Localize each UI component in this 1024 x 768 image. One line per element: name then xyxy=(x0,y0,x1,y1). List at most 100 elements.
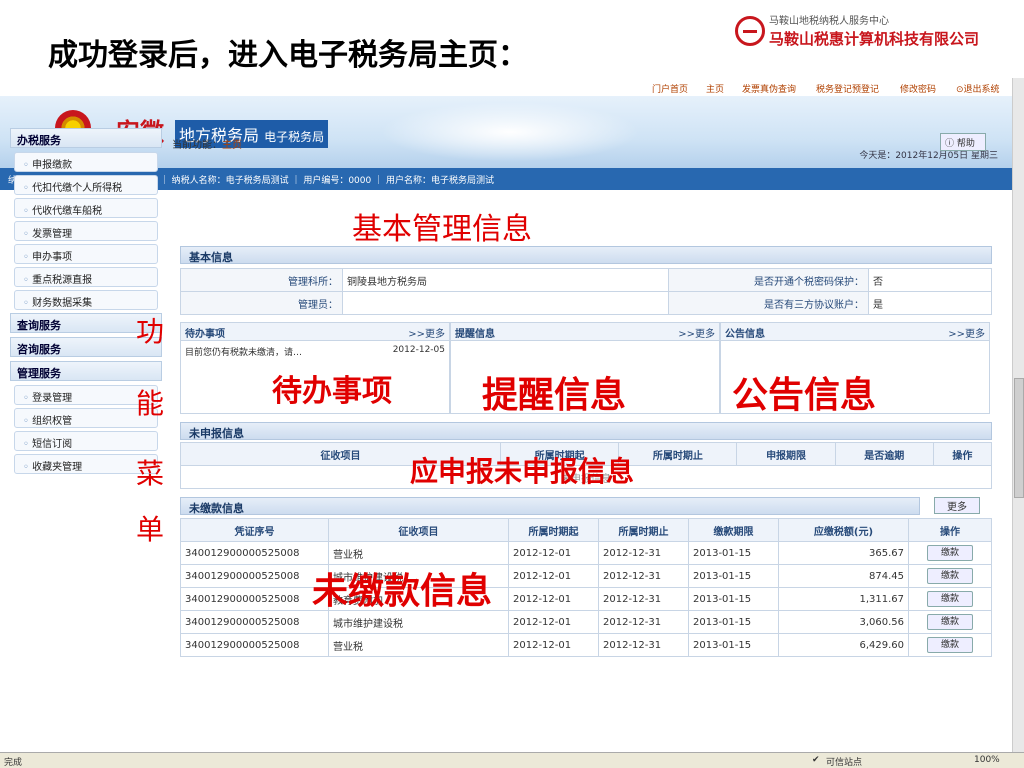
status-bar: 完成 ✔ 可信站点 100% xyxy=(0,752,1024,768)
unpaid-rows: 340012900000525008 营业税 2012-12-01 2012-12-3… xyxy=(180,541,992,657)
table-cell: 2012-12-01 xyxy=(508,541,599,565)
slide-title: 成功登录后，进入电子税务局主页： xyxy=(48,38,528,73)
sidebar-item-declare-pay[interactable]: 申报缴款 xyxy=(14,152,158,172)
page-scrollbar[interactable] xyxy=(1012,78,1024,768)
nav-home[interactable]: 主页 xyxy=(706,82,724,95)
pay-button[interactable]: 缴款 xyxy=(927,637,973,653)
table-cell: 2012-12-31 xyxy=(598,633,689,657)
table-cell: 874.45 xyxy=(778,564,909,588)
banner-cloud xyxy=(380,102,640,162)
breadcrumb-value: 主页 xyxy=(222,140,242,151)
table-row: 340012900000525008 营业税 2012-12-01 2012-12-3… xyxy=(180,633,992,657)
annotation-todo: 待办事项 xyxy=(272,374,392,409)
unpaid-header: 未缴款信息 xyxy=(180,497,920,515)
zoom-level[interactable]: 100% xyxy=(974,755,1000,765)
table-cell: 2013-01-15 xyxy=(688,587,779,611)
sidebar-item-sms[interactable]: 短信订阅 xyxy=(14,431,158,451)
annotation-menu-3: 菜 xyxy=(136,457,165,490)
table-cell: 2012-12-31 xyxy=(598,587,689,611)
help-label: 帮助 xyxy=(956,139,975,149)
nav-logout[interactable]: ⊙退出系统 xyxy=(956,82,1000,95)
notice-more-link[interactable]: >>更多 xyxy=(948,325,985,340)
table-cell: 365.67 xyxy=(778,541,909,565)
unpaid-more-button[interactable]: 更多 xyxy=(934,497,980,514)
table-cell: 340012900000525008 xyxy=(180,587,329,611)
company-name: 马鞍山税惠计算机科技有限公司 xyxy=(769,30,980,48)
unpaid-table: 凭证序号 征收项目 所属时期起 所属时期止 缴款期限 应缴税额(元) 操作 34… xyxy=(180,518,992,657)
sidebar-item-withhold-income-tax[interactable]: 代扣代缴个人所得税 xyxy=(14,175,158,195)
annotation-menu-1: 功 xyxy=(136,315,165,348)
unreported-col-overdue: 是否逾期 xyxy=(834,442,934,466)
basic-value-admin xyxy=(342,291,669,315)
unreported-col-deadline: 申报期限 xyxy=(736,442,836,466)
annotation-menu-4: 单 xyxy=(136,513,165,546)
table-cell: 2012-12-31 xyxy=(598,610,689,634)
trusted-site-icon: ✔ xyxy=(812,755,820,765)
pay-button[interactable]: 缴款 xyxy=(927,545,973,561)
sidebar-item-invoice[interactable]: 发票管理 xyxy=(14,221,158,241)
table-cell: 6,429.60 xyxy=(778,633,909,657)
annotation-menu-2: 能 xyxy=(136,387,165,420)
pay-cell: 缴款 xyxy=(908,541,992,565)
nav-portal[interactable]: 门户首页 xyxy=(652,82,688,95)
sidebar-head-manage[interactable]: 管理服务 xyxy=(10,361,162,381)
pay-button[interactable]: 缴款 xyxy=(927,614,973,630)
table-cell: 340012900000525008 xyxy=(180,610,329,634)
unreported-col-to: 所属时期止 xyxy=(618,442,738,466)
table-row: 340012900000525008 教育费附加 2012-12-01 2012-12… xyxy=(180,587,992,611)
pay-button[interactable]: 缴款 xyxy=(927,568,973,584)
table-cell: 2012-12-31 xyxy=(598,564,689,588)
company-emblem-icon xyxy=(735,16,765,46)
sidebar-item-finance-data[interactable]: 财务数据采集 xyxy=(14,290,158,310)
pay-button[interactable]: 缴款 xyxy=(927,591,973,607)
remind-more-link[interactable]: >>更多 xyxy=(678,325,715,340)
pay-cell: 缴款 xyxy=(908,633,992,657)
unpaid-col-serial: 凭证序号 xyxy=(180,518,329,542)
scrollbar-thumb[interactable] xyxy=(1014,378,1024,498)
table-cell: 2013-01-15 xyxy=(688,564,779,588)
table-cell: 1,311.67 xyxy=(778,587,909,611)
unreported-col-action: 操作 xyxy=(932,442,993,466)
table-cell: 340012900000525008 xyxy=(180,564,329,588)
nav-pre-register[interactable]: 税务登记预登记 xyxy=(816,82,879,95)
annotation-unreported: 应申报未申报信息 xyxy=(410,455,635,488)
table-cell: 2013-01-15 xyxy=(688,541,779,565)
table-cell: 2012-12-01 xyxy=(508,587,599,611)
basic-label-pwd: 是否开通个税密码保护： xyxy=(668,268,869,292)
pay-cell: 缴款 xyxy=(908,587,992,611)
todo-item[interactable]: 目前您仍有税款未缴清，请… xyxy=(185,348,302,358)
table-cell: 3,060.56 xyxy=(778,610,909,634)
status-text: 完成 xyxy=(4,758,23,768)
table-cell: 2013-01-15 xyxy=(688,610,779,634)
table-cell: 340012900000525008 xyxy=(180,633,329,657)
unpaid-col-action: 操作 xyxy=(908,518,992,542)
todo-date: 2012-12-05 xyxy=(392,345,445,355)
table-cell: 2012-12-01 xyxy=(508,610,599,634)
unpaid-col-from: 所属时期起 xyxy=(508,518,599,542)
basic-info-header: 基本信息 xyxy=(180,246,992,264)
sidebar-item-applications[interactable]: 申办事项 xyxy=(14,244,158,264)
basic-label-office: 管理科所： xyxy=(180,268,343,292)
notice-title: 公告信息 xyxy=(725,329,765,340)
nav-change-password[interactable]: 修改密码 xyxy=(900,82,936,95)
basic-value-agreement: 是 xyxy=(868,291,992,315)
annotation-unpaid: 未缴款信息 xyxy=(312,571,493,612)
basic-value-pwd: 否 xyxy=(868,268,992,292)
pay-cell: 缴款 xyxy=(908,610,992,634)
table-cell: 2012-12-01 xyxy=(508,564,599,588)
breadcrumb-label: 当前功能： xyxy=(172,140,222,151)
nav-invoice-check[interactable]: 发票真伪查询 xyxy=(742,82,796,95)
top-nav: 门户首页 主页 发票真伪查询 税务登记预登记 修改密码 ⊙退出系统 xyxy=(0,78,1024,96)
help-button[interactable]: ⓘ 帮助 xyxy=(940,133,986,151)
todo-title: 待办事项 xyxy=(185,329,225,340)
basic-info-table: 管理科所： 铜陵县地方税务局 是否开通个税密码保护：否 管理员： 是否有三方协议账户：… xyxy=(180,268,992,315)
table-cell: 340012900000525008 xyxy=(180,541,329,565)
unpaid-col-to: 所属时期止 xyxy=(598,518,689,542)
unpaid-col-deadline: 缴款期限 xyxy=(688,518,779,542)
unpaid-col-amount: 应缴税额(元) xyxy=(778,518,909,542)
sidebar-item-vehicle-tax[interactable]: 代收代缴车船税 xyxy=(14,198,158,218)
sidebar-item-key-source[interactable]: 重点税源直报 xyxy=(14,267,158,287)
todo-more-link[interactable]: >>更多 xyxy=(408,325,445,340)
table-cell: 2012-12-01 xyxy=(508,633,599,657)
sidebar-head-tax-service[interactable]: 办税服务 xyxy=(10,128,162,148)
